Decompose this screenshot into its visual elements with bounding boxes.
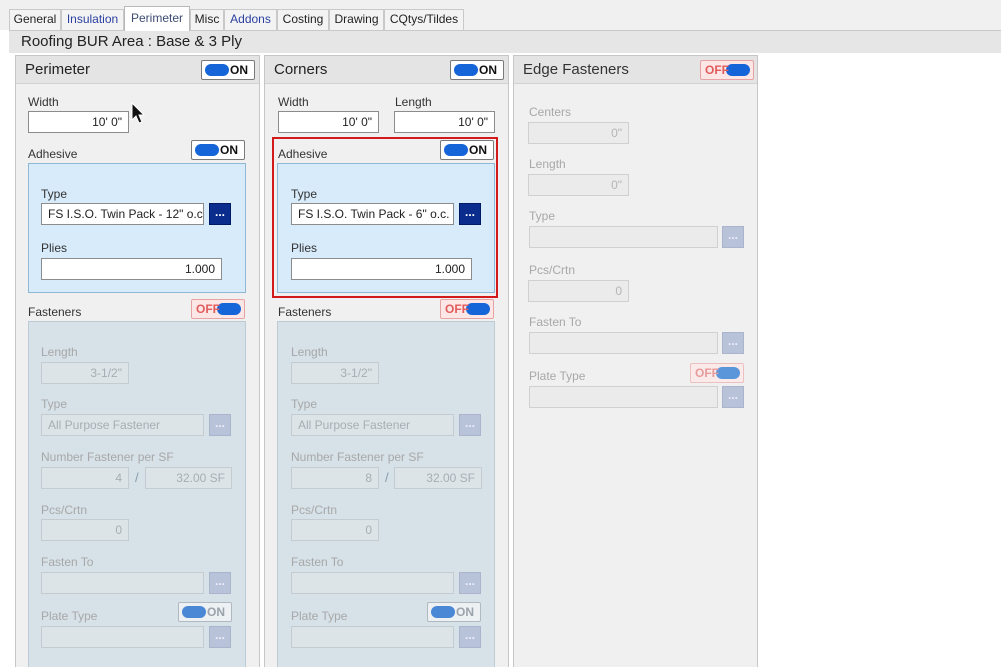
fasten-to-label: Fasten To xyxy=(41,555,94,569)
fastener-type-label: Type xyxy=(291,397,318,411)
plate-type-field[interactable] xyxy=(291,626,454,648)
fastener-count-field[interactable]: 8 xyxy=(291,467,379,489)
type-label: Type xyxy=(41,187,68,201)
width-field[interactable]: 10' 0" xyxy=(278,111,379,133)
type-label: Type xyxy=(529,209,556,223)
edge-fasteners-panel: Edge Fasteners OFF Centers 0" Length 0" … xyxy=(513,55,758,667)
pcs-field[interactable]: 0 xyxy=(528,280,629,302)
plate-type-browse-button[interactable]: ... xyxy=(209,626,231,648)
fasten-to-browse-button[interactable]: ... xyxy=(722,332,744,354)
toggle-knob-icon xyxy=(466,303,490,315)
plate-type-field[interactable] xyxy=(41,626,204,648)
tab-costing[interactable]: Costing xyxy=(277,9,329,30)
fastener-type-label: Type xyxy=(41,397,68,411)
tab-general[interactable]: General xyxy=(9,9,61,30)
type-field[interactable] xyxy=(529,226,718,248)
pcs-label: Pcs/Crtn xyxy=(529,263,576,277)
fastener-type-field[interactable]: All Purpose Fastener xyxy=(41,414,204,436)
adhesive-type-browse-button[interactable]: ... xyxy=(209,203,231,225)
plate-type-toggle[interactable]: ON xyxy=(427,602,481,622)
fasten-to-field[interactable] xyxy=(529,332,718,354)
length-field[interactable]: 3-1/2" xyxy=(291,362,379,384)
length-label: Length xyxy=(395,95,432,109)
length-label: Length xyxy=(291,345,328,359)
fasten-to-label: Fasten To xyxy=(529,315,582,329)
fastener-count-label: Number Fastener per SF xyxy=(41,450,174,464)
tab-cqtys-tildes[interactable]: CQtys/Tildes xyxy=(384,9,464,30)
width-label: Width xyxy=(28,95,59,109)
toggle-knob-icon xyxy=(726,64,750,76)
length-field[interactable]: 10' 0" xyxy=(394,111,495,133)
plies-field[interactable]: 1.000 xyxy=(41,258,222,280)
adhesive-label: Adhesive xyxy=(28,147,78,161)
tab-drawing[interactable]: Drawing xyxy=(329,9,384,30)
edge-fasteners-toggle[interactable]: OFF xyxy=(700,60,754,80)
plate-type-browse-button[interactable]: ... xyxy=(722,386,744,408)
pcs-field[interactable]: 0 xyxy=(291,519,379,541)
perimeter-toggle[interactable]: ON xyxy=(201,60,255,80)
centers-label: Centers xyxy=(529,105,572,119)
toggle-knob-icon xyxy=(454,64,478,76)
tab-perimeter[interactable]: Perimeter xyxy=(124,6,190,31)
plate-type-label: Plate Type xyxy=(41,609,98,623)
length-field[interactable]: 0" xyxy=(528,174,629,196)
toggle-knob-icon xyxy=(195,144,219,156)
app-window: General Insulation Perimeter Misc Addons… xyxy=(0,0,1001,667)
highlight-frame xyxy=(272,137,498,298)
plate-type-toggle[interactable]: ON xyxy=(178,602,232,622)
width-label: Width xyxy=(278,95,309,109)
plies-label: Plies xyxy=(41,241,68,255)
tab-strip: General Insulation Perimeter Misc Addons… xyxy=(0,0,1001,31)
fasteners-toggle[interactable]: OFF xyxy=(191,299,245,319)
fastener-type-browse-button[interactable]: ... xyxy=(459,414,481,436)
fasteners-label: Fasteners xyxy=(28,305,82,319)
fasteners-toggle[interactable]: OFF xyxy=(440,299,494,319)
plate-type-label: Plate Type xyxy=(291,609,348,623)
fastener-type-browse-button[interactable]: ... xyxy=(209,414,231,436)
pcs-field[interactable]: 0 xyxy=(41,519,129,541)
toggle-knob-icon xyxy=(217,303,241,315)
width-field[interactable]: 10' 0" xyxy=(28,111,129,133)
tab-insulation[interactable]: Insulation xyxy=(61,9,124,30)
pcs-label: Pcs/Crtn xyxy=(41,503,88,517)
adhesive-type-field[interactable]: FS I.S.O. Twin Pack - 12" o.c. xyxy=(41,203,204,225)
perimeter-panel: Perimeter ON Width 10' 0" Adhesive ON Ty… xyxy=(15,55,260,667)
adhesive-toggle[interactable]: ON xyxy=(191,140,245,160)
fastener-sf-field[interactable]: 32.00 SF xyxy=(394,467,482,489)
fasten-to-browse-button[interactable]: ... xyxy=(459,572,481,594)
type-browse-button[interactable]: ... xyxy=(722,226,744,248)
tab-misc[interactable]: Misc xyxy=(190,9,224,30)
toggle-knob-icon xyxy=(205,64,229,76)
fasten-to-label: Fasten To xyxy=(291,555,344,569)
fasteners-label: Fasteners xyxy=(278,305,332,319)
page-title: Roofing BUR Area : Base & 3 Ply xyxy=(9,30,1001,53)
fasten-to-field[interactable] xyxy=(291,572,454,594)
pcs-label: Pcs/Crtn xyxy=(291,503,338,517)
fastener-count-label: Number Fastener per SF xyxy=(291,450,424,464)
fastener-type-field[interactable]: All Purpose Fastener xyxy=(291,414,454,436)
centers-field[interactable]: 0" xyxy=(528,122,629,144)
length-field[interactable]: 3-1/2" xyxy=(41,362,129,384)
fasten-to-field[interactable] xyxy=(41,572,204,594)
plate-type-field[interactable] xyxy=(529,386,718,408)
plate-type-label: Plate Type xyxy=(529,369,586,383)
fasten-to-browse-button[interactable]: ... xyxy=(209,572,231,594)
plate-type-toggle[interactable]: OFF xyxy=(690,363,744,383)
fastener-slash: / xyxy=(385,470,389,485)
mouse-pointer-icon xyxy=(131,102,146,124)
fastener-count-field[interactable]: 4 xyxy=(41,467,129,489)
length-label: Length xyxy=(529,157,566,171)
plate-type-browse-button[interactable]: ... xyxy=(459,626,481,648)
toggle-knob-icon xyxy=(716,367,740,379)
toggle-knob-icon xyxy=(182,606,206,618)
tab-addons[interactable]: Addons xyxy=(224,9,277,30)
toggle-knob-icon xyxy=(431,606,455,618)
corners-toggle[interactable]: ON xyxy=(450,60,504,80)
fastener-sf-field[interactable]: 32.00 SF xyxy=(145,467,232,489)
fastener-slash: / xyxy=(135,470,139,485)
length-label: Length xyxy=(41,345,78,359)
corners-panel: Corners ON Width 10' 0" Length 10' 0" Ad… xyxy=(264,55,509,667)
